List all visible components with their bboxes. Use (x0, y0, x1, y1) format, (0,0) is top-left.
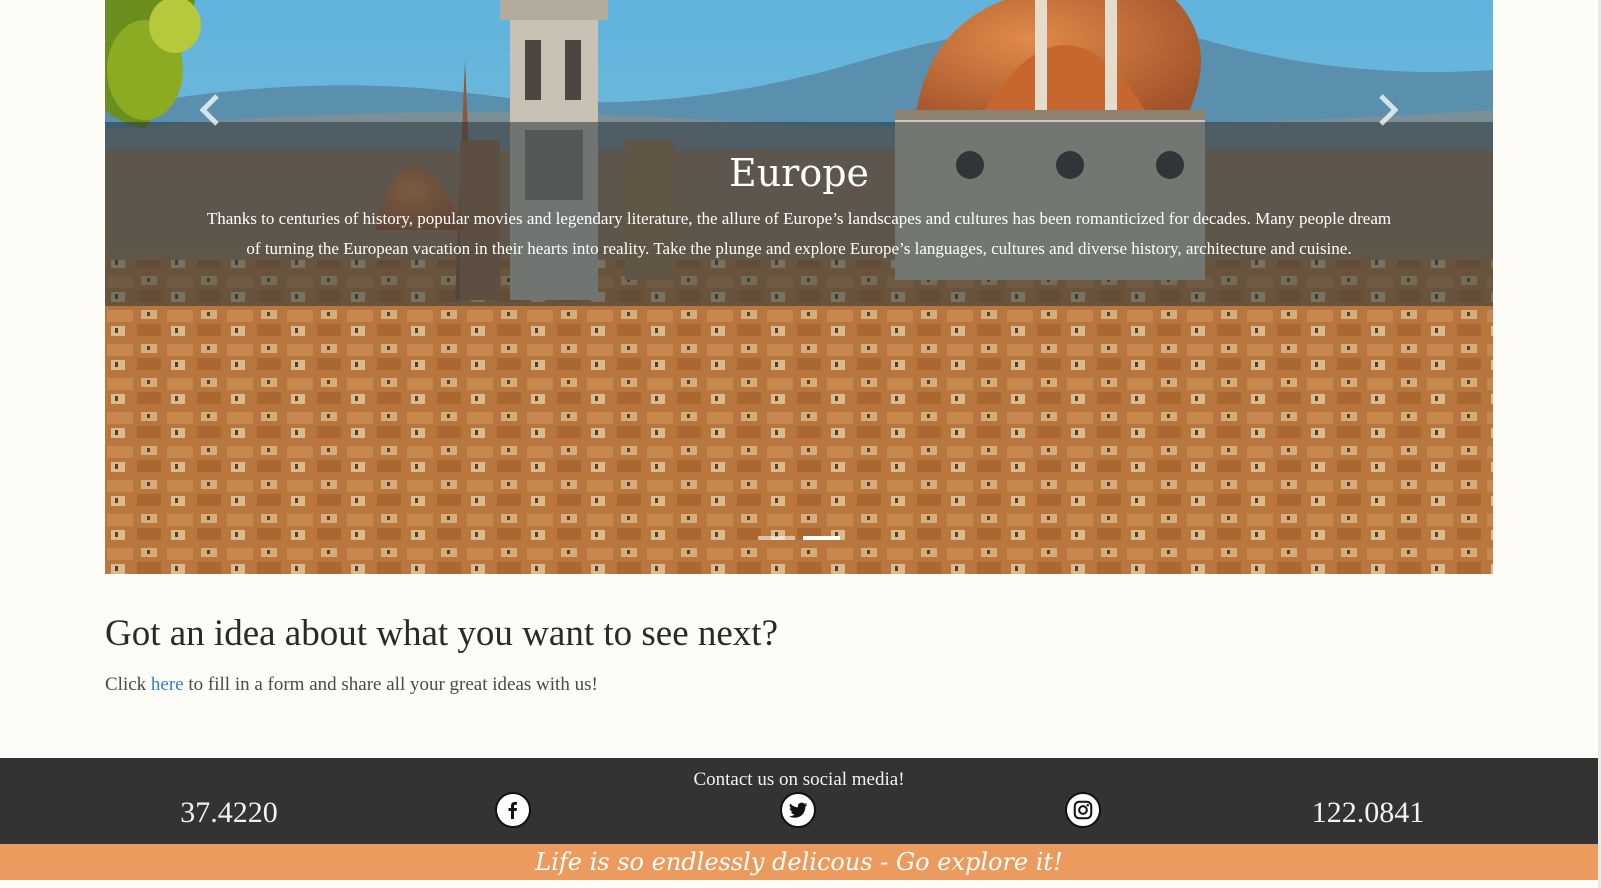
facebook-icon (508, 802, 517, 819)
carousel-prev-button[interactable] (191, 90, 231, 130)
chevron-left-icon (199, 94, 219, 126)
slide-caption: Europe Thanks to centuries of history, p… (105, 122, 1493, 306)
idea-heading: Got an idea about what you want to see n… (105, 613, 778, 654)
latitude-value: 37.4220 (180, 796, 278, 829)
twitter-link[interactable] (780, 792, 816, 828)
idea-text: Click here to fill in a form and share a… (105, 672, 598, 698)
footer-title: Contact us on social media! (693, 769, 905, 790)
carousel-indicator-2[interactable] (803, 536, 840, 540)
idea-text-after: to fill in a form and share all your gre… (188, 674, 598, 695)
tagline: Life is so endlessly delicous - Go explo… (535, 848, 1063, 876)
facebook-link[interactable] (495, 792, 531, 828)
carousel-indicator-1[interactable] (758, 536, 795, 540)
chevron-right-icon (1379, 94, 1399, 126)
footer: Contact us on social media! 37.4220 122.… (0, 758, 1598, 844)
instagram-icon (1073, 800, 1093, 820)
longitude-value: 122.0841 (1311, 796, 1425, 829)
slide-title: Europe (728, 151, 870, 195)
tagline-bar: Life is so endlessly delicous - Go explo… (0, 844, 1598, 880)
carousel-indicators (105, 536, 1493, 542)
idea-text-before: Click (105, 674, 147, 695)
carousel-next-button[interactable] (1367, 90, 1407, 130)
instagram-link[interactable] (1065, 792, 1101, 828)
twitter-icon (789, 802, 808, 818)
slide-description: Thanks to centuries of history, popular … (206, 209, 1392, 258)
form-link[interactable]: here (151, 674, 184, 695)
hero-carousel: Europe Thanks to centuries of history, p… (105, 0, 1493, 574)
